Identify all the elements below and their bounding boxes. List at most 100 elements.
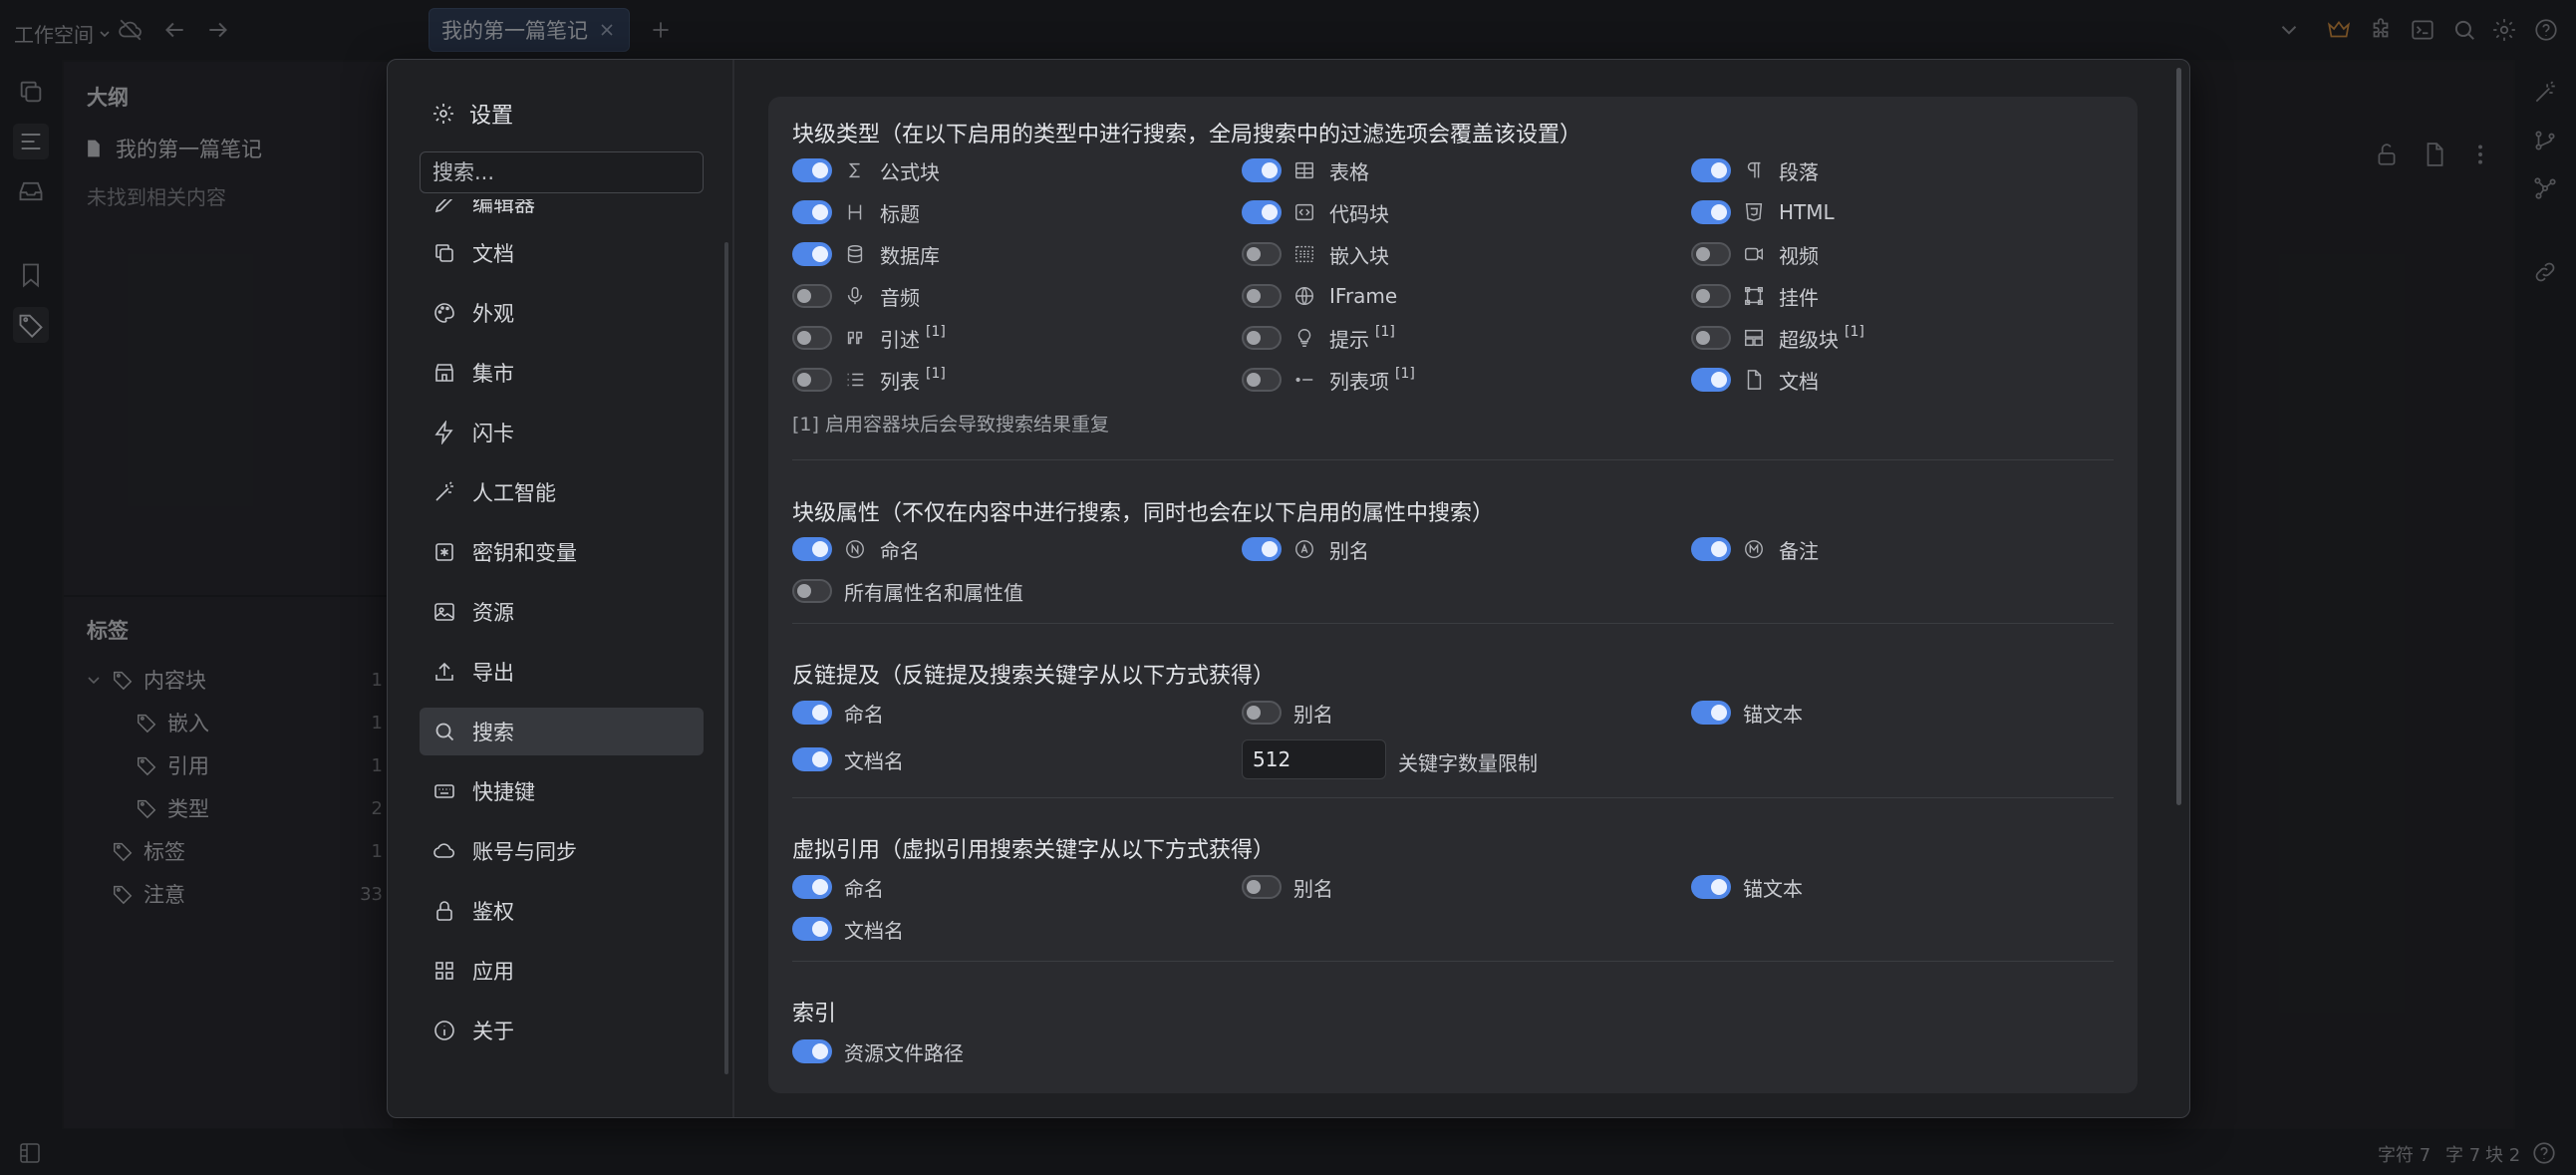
option-backlink-alias[interactable]: 别名: [1242, 699, 1333, 727]
settings-header: 设置: [431, 98, 513, 130]
toggle-switch[interactable]: [1691, 200, 1731, 224]
option-vref-docname[interactable]: 文档名: [792, 915, 904, 943]
option-label: 挂件: [1779, 285, 1819, 310]
heading-icon: [848, 204, 862, 220]
option-index-asset-path[interactable]: 资源文件路径: [792, 1037, 964, 1065]
toggle-switch[interactable]: [1691, 701, 1731, 725]
toggle-switch[interactable]: [792, 326, 832, 350]
footnote-marker: [1]: [926, 324, 946, 340]
option-vref-name[interactable]: 命名: [792, 873, 884, 901]
nav-item-ai[interactable]: 人工智能: [420, 468, 704, 516]
nav-item-about[interactable]: 关于: [420, 1007, 704, 1054]
option-attr-alias[interactable]: 别名: [1242, 535, 1369, 563]
option-superblock[interactable]: 超级块 [1]: [1691, 324, 1864, 352]
option-attr-name[interactable]: 命名: [792, 535, 920, 563]
toggle-switch[interactable]: [1691, 326, 1731, 350]
option-video[interactable]: 视频: [1691, 240, 1819, 268]
toggle-switch[interactable]: [1242, 701, 1282, 725]
toggle-switch[interactable]: [1691, 368, 1731, 392]
nav-label: 导出: [472, 661, 514, 685]
files-icon: [435, 244, 453, 262]
option-paragraph[interactable]: 段落: [1691, 156, 1819, 184]
footnote-marker: [1]: [1395, 366, 1415, 382]
option-math-block[interactable]: 公式块: [792, 156, 940, 184]
nav-label: 账号与同步: [472, 840, 577, 864]
option-html[interactable]: HTML: [1691, 198, 1835, 226]
lightbulb-icon: [1297, 329, 1311, 347]
toggle-switch[interactable]: [1691, 875, 1731, 899]
option-document[interactable]: 文档: [1691, 366, 1819, 394]
toggle-switch[interactable]: [792, 1039, 832, 1063]
toggle-switch[interactable]: [792, 158, 832, 182]
option-callout[interactable]: 提示 [1]: [1242, 324, 1395, 352]
option-blockquote[interactable]: 引述 [1]: [792, 324, 946, 352]
toggle-switch[interactable]: [1691, 284, 1731, 308]
keyword-limit-label: 关键字数量限制: [1398, 751, 1538, 775]
pen-icon: [434, 199, 453, 213]
content-scrollbar[interactable]: [2176, 68, 2181, 805]
option-database[interactable]: 数据库: [792, 240, 940, 268]
toggle-switch[interactable]: [792, 747, 832, 771]
option-backlink-name[interactable]: 命名: [792, 699, 884, 727]
nav-item-docs[interactable]: 文档: [420, 229, 704, 277]
nav-item-flashcard[interactable]: 闪卡: [420, 409, 704, 456]
nav-item-apps[interactable]: 应用: [420, 947, 704, 995]
toggle-switch[interactable]: [792, 537, 832, 561]
nav-item-appearance[interactable]: 外观: [420, 289, 704, 337]
toggle-switch[interactable]: [1242, 875, 1282, 899]
nav-item-account[interactable]: 账号与同步: [420, 827, 704, 875]
option-iframe[interactable]: IFrame: [1242, 282, 1397, 310]
toggle-switch[interactable]: [1691, 158, 1731, 182]
option-code-block[interactable]: 代码块: [1242, 198, 1389, 226]
nav-item-keys[interactable]: 密钥和变量: [420, 528, 704, 576]
option-attr-all[interactable]: 所有属性名和属性值: [792, 577, 1023, 605]
keyword-limit-input[interactable]: [1242, 739, 1386, 779]
toggle-switch[interactable]: [1242, 284, 1282, 308]
nav-item-keymap[interactable]: 快捷键: [420, 767, 704, 815]
toggle-switch[interactable]: [792, 875, 832, 899]
option-table[interactable]: 表格: [1242, 156, 1369, 184]
toggle-switch[interactable]: [792, 579, 832, 603]
option-embed-block[interactable]: 嵌入块: [1242, 240, 1389, 268]
nav-label: 关于: [472, 1020, 514, 1043]
toggle-switch[interactable]: [1242, 537, 1282, 561]
option-label: 所有属性名和属性值: [844, 580, 1023, 605]
nav-item-search[interactable]: 搜索: [420, 708, 704, 755]
option-backlink-docname[interactable]: 文档名: [792, 745, 904, 773]
option-label: 代码块: [1329, 201, 1389, 226]
option-label: 锚文本: [1743, 876, 1803, 901]
toggle-switch[interactable]: [792, 200, 832, 224]
toggle-switch[interactable]: [792, 917, 832, 941]
option-attr-memo[interactable]: 备注: [1691, 535, 1819, 563]
toggle-switch[interactable]: [1242, 326, 1282, 350]
option-label: 超级块: [1779, 327, 1839, 352]
nav-item-bazaar[interactable]: 集市: [420, 349, 704, 397]
option-list[interactable]: 列表 [1]: [792, 366, 946, 394]
toggle-switch[interactable]: [792, 284, 832, 308]
option-vref-anchor[interactable]: 锚文本: [1691, 873, 1803, 901]
toggle-switch[interactable]: [792, 701, 832, 725]
settings-search-input[interactable]: [420, 151, 704, 193]
option-list-item[interactable]: 列表项 [1]: [1242, 366, 1415, 394]
toggle-switch[interactable]: [1242, 242, 1282, 266]
option-heading[interactable]: 标题: [792, 198, 920, 226]
toggle-switch[interactable]: [792, 242, 832, 266]
option-widget[interactable]: 挂件: [1691, 282, 1819, 310]
footnote-marker: [1]: [1375, 324, 1395, 340]
nav-item-editor[interactable]: 编辑器: [420, 199, 704, 227]
toggle-switch[interactable]: [1691, 537, 1731, 561]
toggle-switch[interactable]: [1242, 368, 1282, 392]
toggle-switch[interactable]: [792, 368, 832, 392]
toggle-switch[interactable]: [1242, 158, 1282, 182]
grid-icon: [435, 962, 453, 980]
nav-item-assets[interactable]: 资源: [420, 588, 704, 636]
nav-scrollbar[interactable]: [724, 242, 728, 1074]
circle-n-icon: [846, 540, 864, 558]
option-backlink-anchor[interactable]: 锚文本: [1691, 699, 1803, 727]
option-vref-alias[interactable]: 别名: [1242, 873, 1333, 901]
nav-item-auth[interactable]: 鉴权: [420, 887, 704, 935]
option-audio[interactable]: 音频: [792, 282, 920, 310]
toggle-switch[interactable]: [1242, 200, 1282, 224]
toggle-switch[interactable]: [1691, 242, 1731, 266]
nav-item-export[interactable]: 导出: [420, 648, 704, 696]
